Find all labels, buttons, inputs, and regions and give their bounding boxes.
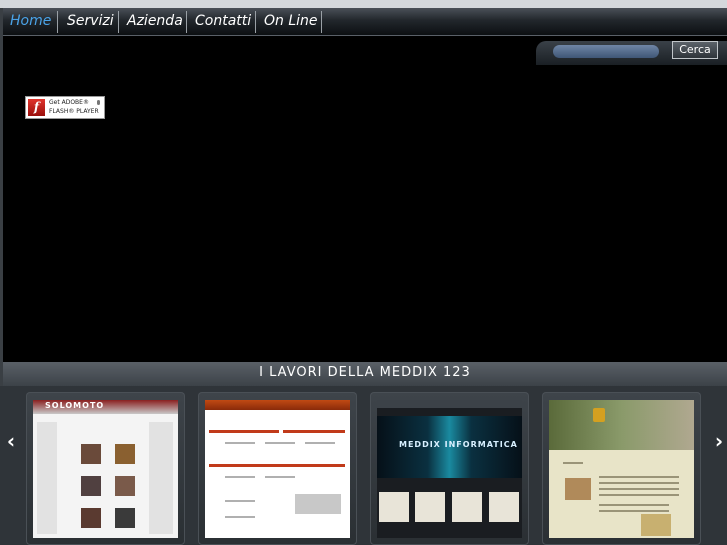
thumbnail-label: SOLOMOTO [45, 401, 105, 410]
nav-divider [118, 11, 119, 33]
nav-azienda[interactable]: Azienda [127, 8, 183, 35]
chevron-right-icon[interactable]: › [711, 431, 727, 451]
nav-contatti[interactable]: Contatti [195, 8, 251, 35]
thumbnail-meddix: MEDDIX INFORMATICA [377, 400, 522, 538]
top-strip [0, 0, 727, 8]
nav-servizi[interactable]: Servizi [67, 8, 114, 35]
thumbnail-solomoto: SOLOMOTO [33, 400, 178, 538]
get-flash-player-badge[interactable]: f Get ADOBE® FLASH® PLAYER [25, 96, 105, 119]
gallery-item-2[interactable] [198, 392, 357, 545]
thumbnail-label: MEDDIX INFORMATICA [399, 440, 518, 449]
nav-divider [186, 11, 187, 33]
nav-divider [321, 11, 322, 33]
gallery-title: I LAVORI DELLA MEDDIX 123 [259, 365, 471, 380]
nav-home[interactable]: Home [10, 8, 51, 35]
search-button[interactable]: Cerca [672, 41, 718, 59]
nav-divider [255, 11, 256, 33]
nav-online[interactable]: On Line [264, 8, 318, 35]
flash-stage [3, 36, 727, 362]
thumbnail-site-2 [205, 400, 350, 538]
gallery-item-1[interactable]: SOLOMOTO [26, 392, 185, 545]
flash-badge-line1: Get ADOBE® [49, 99, 89, 106]
chevron-left-icon[interactable]: ‹ [3, 431, 19, 451]
main-nav: Home Servizi Azienda Contatti On Line [3, 8, 727, 36]
gallery-header: I LAVORI DELLA MEDDIX 123 [3, 362, 727, 386]
search-input[interactable] [553, 45, 659, 58]
flash-badge-marker [97, 100, 100, 105]
flash-badge-line2: FLASH® PLAYER [49, 108, 99, 115]
nav-divider [57, 11, 58, 33]
gallery-item-3[interactable]: MEDDIX INFORMATICA [370, 392, 529, 545]
gallery-item-4[interactable] [542, 392, 701, 545]
thumbnail-site-4 [549, 400, 694, 538]
flash-logo-icon: f [28, 99, 45, 116]
